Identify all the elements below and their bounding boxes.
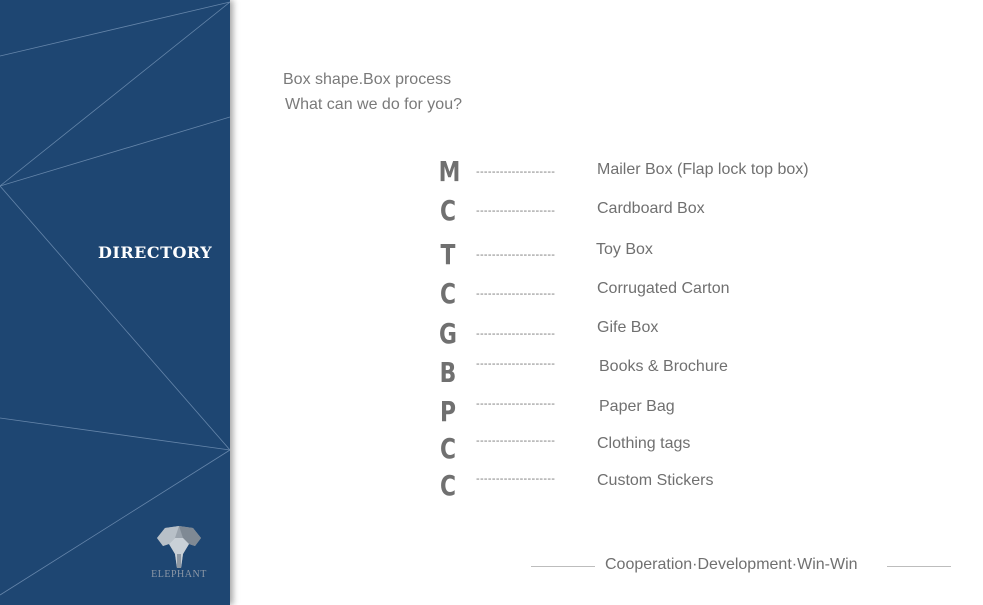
dash-separator: -------------------- xyxy=(476,328,556,340)
footer-divider-left xyxy=(531,566,595,567)
directory-letter: C xyxy=(439,432,457,465)
directory-label: Corrugated Carton xyxy=(597,280,730,297)
directory-letter: T xyxy=(440,238,456,271)
intro-line-2: What can we do for you? xyxy=(285,96,462,113)
directory-letter: B xyxy=(439,356,457,389)
directory-label: Custom Stickers xyxy=(597,472,714,489)
elephant-icon xyxy=(157,526,201,568)
dash-separator: -------------------- xyxy=(476,435,556,447)
elephant-logo: ELEPHANT xyxy=(146,524,212,580)
directory-label: Clothing tags xyxy=(597,435,691,452)
motto-text: Cooperation·Development·Win-Win xyxy=(605,556,858,573)
directory-label: Toy Box xyxy=(596,241,653,258)
footer-motto: Cooperation·Development·Win-Win xyxy=(531,556,951,576)
dash-separator: -------------------- xyxy=(476,205,556,217)
directory-letter: C xyxy=(439,469,457,502)
directory-label: Paper Bag xyxy=(599,398,675,415)
directory-label: Mailer Box (Flap lock top box) xyxy=(597,161,809,178)
directory-letter: C xyxy=(439,277,457,310)
intro-line-1: Box shape.Box process xyxy=(283,71,452,88)
directory-letter: G xyxy=(439,317,457,350)
directory-label: Gife Box xyxy=(597,319,659,336)
dash-separator: -------------------- xyxy=(476,166,556,178)
sidebar-panel: DIRECTORY ELEPHANT xyxy=(0,0,230,605)
directory-letter: P xyxy=(439,395,457,428)
decorative-lines xyxy=(0,1,230,596)
directory-label: Books & Brochure xyxy=(599,358,728,375)
dash-separator: -------------------- xyxy=(476,249,556,261)
logo-text: ELEPHANT xyxy=(151,569,207,580)
directory-letter: M xyxy=(438,155,461,188)
directory-title: DIRECTORY xyxy=(98,243,213,262)
intro-text: Box shape.Box process What can we do for… xyxy=(283,67,462,117)
footer-divider-right xyxy=(887,566,951,567)
directory-letter: C xyxy=(439,194,457,227)
dash-separator: -------------------- xyxy=(476,398,556,410)
directory-label: Cardboard Box xyxy=(597,200,705,217)
dash-separator: -------------------- xyxy=(476,358,556,370)
dash-separator: -------------------- xyxy=(476,473,556,485)
dash-separator: -------------------- xyxy=(476,288,556,300)
